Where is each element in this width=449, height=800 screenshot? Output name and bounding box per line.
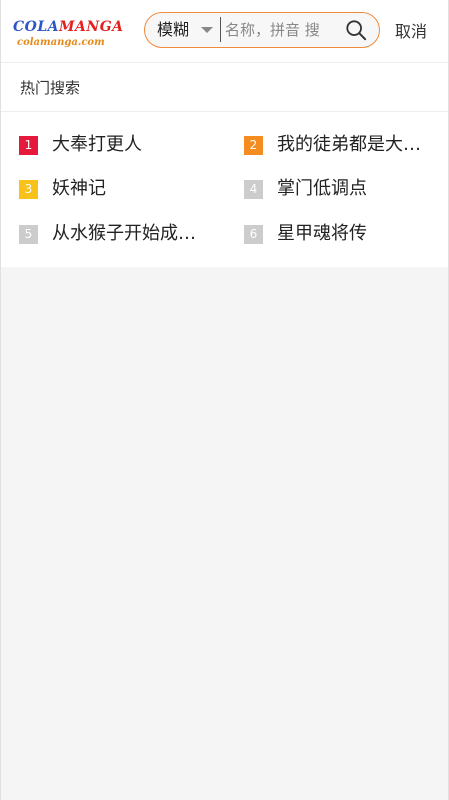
- logo-text: COLAMANGA: [13, 19, 124, 35]
- logo-subtitle: colamanga.com: [17, 37, 105, 48]
- hot-search-item[interactable]: 4 掌门低调点: [244, 174, 444, 204]
- search-box: 模糊: [144, 12, 380, 48]
- app-root: COLAMANGA colamanga.com 模糊 取消 热门搜索 1 大奉打…: [0, 0, 449, 800]
- rank-badge: 4: [244, 180, 263, 199]
- hot-search-item[interactable]: 3 妖神记: [19, 174, 219, 204]
- caret-down-icon[interactable]: [201, 27, 213, 33]
- hot-search-title: 热门搜索: [20, 79, 81, 97]
- rank-badge: 2: [244, 136, 263, 155]
- logo-part2: MANGA: [59, 19, 124, 35]
- hot-search-item[interactable]: 1 大奉打更人: [19, 130, 219, 160]
- hot-search-item-label: 妖神记: [52, 178, 106, 199]
- hot-search-item[interactable]: 6 星甲魂将传: [244, 219, 444, 249]
- rank-badge: 3: [19, 180, 38, 199]
- hot-search-header: 热门搜索: [1, 63, 448, 112]
- logo-part1: COLA: [13, 19, 60, 35]
- cancel-button[interactable]: 取消: [395, 18, 427, 42]
- colamanga-logo[interactable]: COLAMANGA colamanga.com: [13, 19, 123, 53]
- hot-search-item-label: 我的徒弟都是大…: [277, 134, 421, 155]
- hot-search-item-label: 掌门低调点: [277, 178, 367, 199]
- rank-badge: 6: [244, 225, 263, 244]
- rank-badge: 1: [19, 136, 38, 155]
- hot-search-item-label: 大奉打更人: [52, 134, 142, 155]
- results-area: [1, 267, 448, 800]
- hot-search-item[interactable]: 2 我的徒弟都是大…: [244, 130, 444, 160]
- hot-search-item[interactable]: 5 从水猴子开始成…: [19, 219, 219, 249]
- header: COLAMANGA colamanga.com 模糊 取消: [1, 0, 448, 63]
- hot-search-item-label: 星甲魂将传: [277, 223, 367, 244]
- hot-search-item-label: 从水猴子开始成…: [52, 223, 196, 244]
- rank-badge: 5: [19, 225, 38, 244]
- search-mode-select[interactable]: 模糊: [157, 13, 189, 46]
- search-input[interactable]: [220, 17, 335, 42]
- search-icon[interactable]: [345, 19, 367, 41]
- hot-search-list: 1 大奉打更人 2 我的徒弟都是大… 3 妖神记 4 掌门低调点 5 从水猴子开…: [1, 112, 448, 267]
